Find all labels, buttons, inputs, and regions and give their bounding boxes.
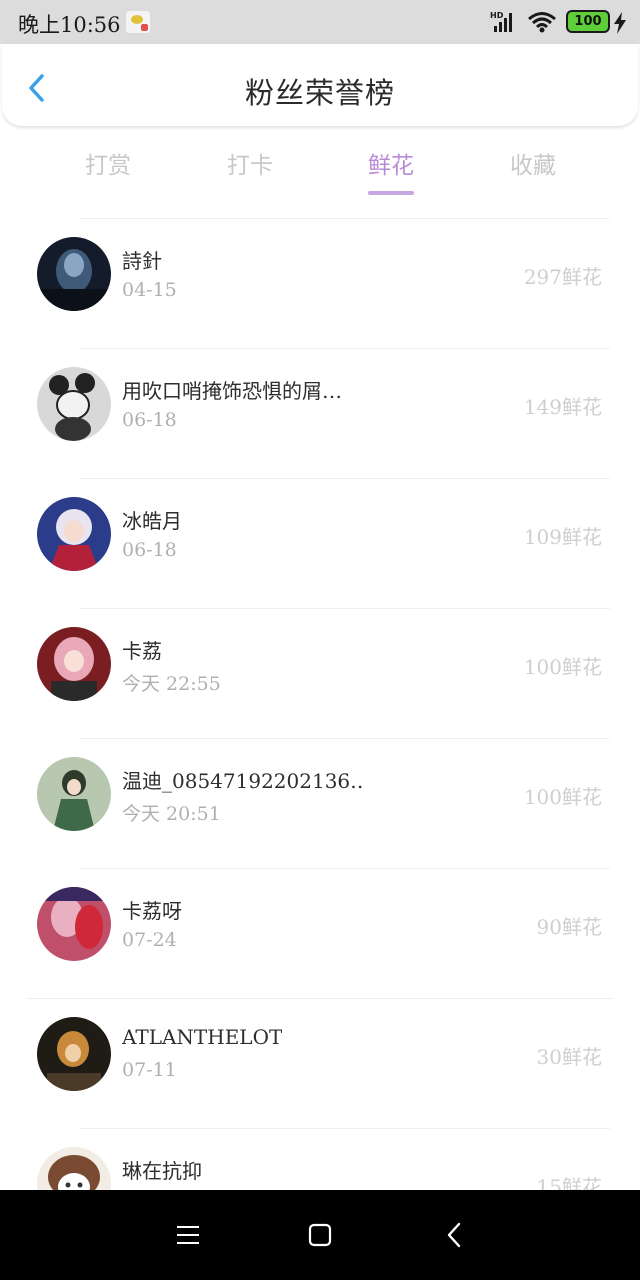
list-item[interactable]: 卡荔 今天 22:55 100鲜花	[0, 608, 640, 738]
list-item[interactable]: 詩針 04-15 297鲜花	[0, 218, 640, 348]
list-item[interactable]: ATLANTHELOT 07-11 30鲜花	[0, 998, 640, 1128]
divider	[80, 868, 610, 869]
divider	[80, 348, 610, 349]
fan-name: 用吹口哨掩饰恐惧的屑…	[122, 379, 342, 403]
avatar[interactable]	[37, 237, 111, 311]
list-item[interactable]: 冰皓月 06-18 109鲜花	[0, 478, 640, 608]
flower-count: 100鲜花	[523, 785, 602, 809]
fan-ranking-list: 詩針 04-15 297鲜花 用吹口哨掩饰恐惧的屑… 06-18 149鲜花 冰…	[0, 218, 640, 1258]
list-item[interactable]: 卡荔呀 07-24 90鲜花	[0, 868, 640, 998]
fan-date: 07-24	[122, 929, 177, 951]
charging-icon	[614, 12, 626, 34]
wifi-icon	[528, 12, 556, 33]
app-header: 粉丝荣誉榜	[2, 44, 638, 126]
divider	[80, 218, 610, 219]
page-title: 粉丝荣誉榜	[244, 76, 395, 110]
avatar[interactable]	[37, 627, 111, 701]
system-navigation-bar	[0, 1190, 640, 1280]
divider	[80, 478, 610, 479]
avatar[interactable]	[37, 757, 111, 831]
fan-date: 07-11	[122, 1059, 177, 1081]
avatar[interactable]	[37, 1017, 111, 1091]
fan-name: ATLANTHELOT	[122, 1025, 283, 1049]
network-type-label: HD	[490, 11, 504, 20]
list-item[interactable]: 温迪_08547192202136… 今天 20:51 100鲜花	[0, 738, 640, 868]
fan-name: 卡荔	[122, 639, 162, 663]
fan-date: 06-18	[122, 539, 177, 561]
fan-date: 06-18	[122, 409, 177, 431]
divider	[80, 608, 610, 609]
fan-date: 今天 20:51	[122, 803, 221, 825]
home-square-icon[interactable]	[305, 1220, 335, 1250]
tab-checkin[interactable]: 打卡	[190, 146, 310, 180]
flower-count: 109鲜花	[523, 525, 602, 549]
divider	[26, 998, 614, 999]
flower-count: 297鲜花	[523, 265, 602, 289]
flower-count: 149鲜花	[523, 395, 602, 419]
status-time: 晚上10:56	[18, 13, 121, 37]
avatar[interactable]	[37, 497, 111, 571]
tab-flowers[interactable]: 鲜花	[331, 146, 451, 180]
fan-name: 温迪_08547192202136…	[122, 769, 362, 793]
tab-favorites[interactable]: 收藏	[473, 146, 593, 180]
menu-icon[interactable]	[173, 1220, 203, 1250]
active-tab-indicator	[368, 191, 414, 195]
avatar[interactable]	[37, 367, 111, 441]
app-notification-icon	[126, 11, 150, 33]
divider	[80, 738, 610, 739]
status-bar: 晚上10:56 HD 100	[0, 0, 640, 44]
back-triangle-icon[interactable]	[440, 1220, 470, 1250]
flower-count: 30鲜花	[536, 1045, 602, 1069]
fan-date: 今天 22:55	[122, 673, 221, 695]
fan-name: 詩針	[122, 249, 162, 273]
divider	[80, 1128, 610, 1129]
signal-icon: HD	[490, 11, 512, 32]
avatar[interactable]	[37, 887, 111, 961]
fan-date: 04-15	[122, 279, 177, 301]
battery-indicator: 100	[566, 10, 610, 33]
list-item[interactable]: 用吹口哨掩饰恐惧的屑… 06-18 149鲜花	[0, 348, 640, 478]
flower-count: 90鲜花	[536, 915, 602, 939]
tab-reward[interactable]: 打赏	[48, 146, 168, 180]
fan-name: 冰皓月	[122, 509, 182, 533]
tab-bar: 打赏 打卡 鲜花 收藏	[0, 146, 640, 198]
fan-name: 卡荔呀	[122, 899, 182, 923]
flower-count: 100鲜花	[523, 655, 602, 679]
fan-name: 琳在抗抑	[122, 1159, 202, 1183]
